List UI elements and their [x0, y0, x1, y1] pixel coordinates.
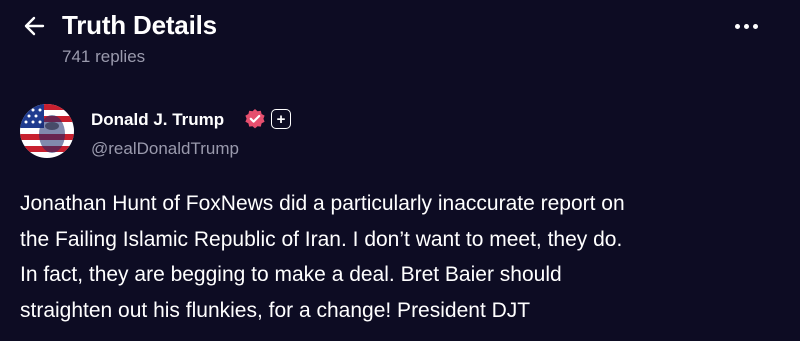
arrow-left-icon	[24, 16, 45, 36]
author-name[interactable]: Donald J. Trump	[91, 109, 224, 131]
profile-avatar	[20, 104, 74, 158]
post-text-line: In fact, they are begging to make a deal…	[20, 263, 562, 286]
avatar[interactable]	[20, 104, 74, 158]
post-body: Jonathan Hunt of FoxNews did a particula…	[20, 186, 790, 328]
plus-icon: +	[276, 110, 286, 128]
reply-count: 741 replies	[62, 47, 146, 66]
page-header: Truth Details 741 replies	[0, 0, 800, 80]
verified-badge-icon	[245, 109, 265, 129]
page-title: Truth Details	[62, 10, 217, 40]
post-text-line: Jonathan Hunt of FoxNews did a particula…	[20, 192, 625, 215]
follow-button[interactable]: +	[271, 109, 291, 129]
more-horizontal-icon	[734, 23, 740, 29]
back-button[interactable]	[20, 12, 48, 40]
author-handle[interactable]: @realDonaldTrump	[91, 138, 239, 160]
post-text-line: the Failing Islamic Republic of Iran. I …	[20, 227, 623, 251]
more-options-button[interactable]	[732, 14, 760, 38]
post-text-line: straighten out his flunkies, for a chang…	[20, 298, 531, 322]
